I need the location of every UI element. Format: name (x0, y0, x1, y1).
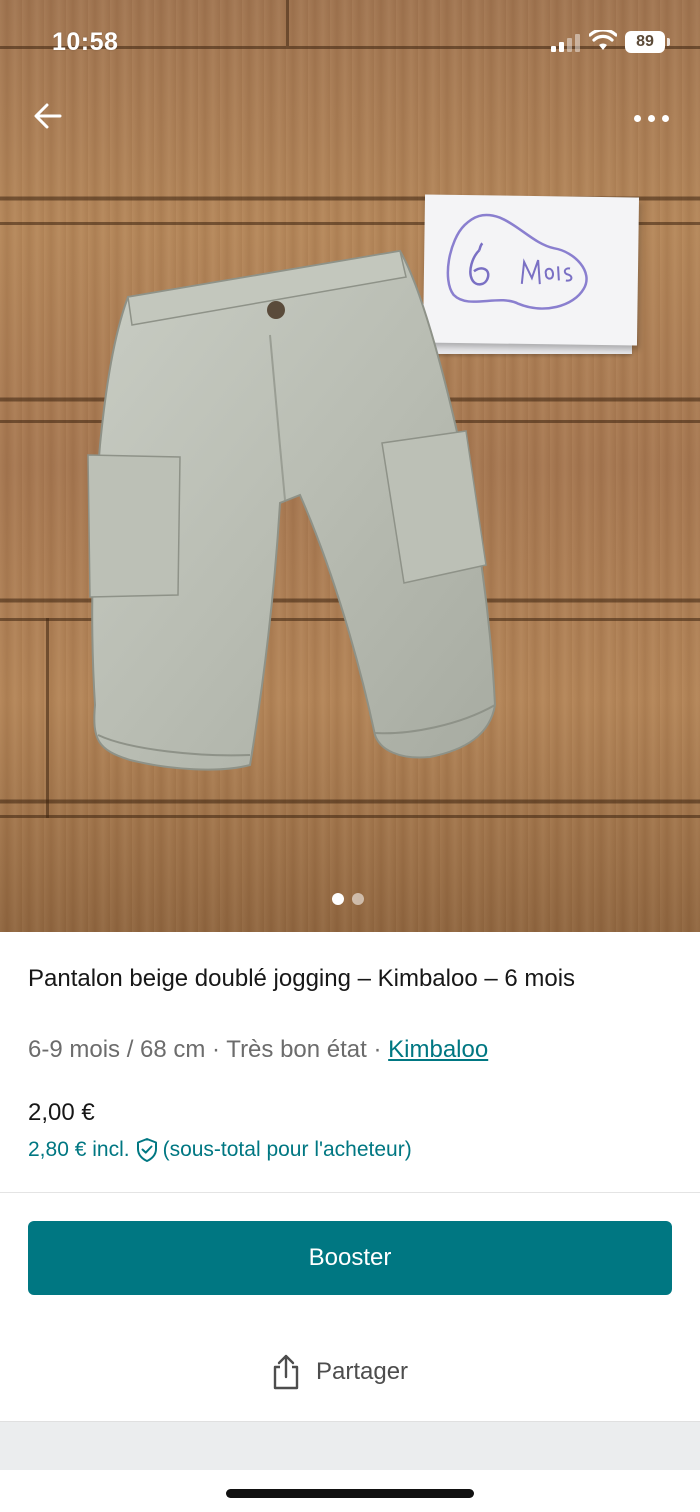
back-button[interactable] (28, 96, 68, 136)
carousel-indicator[interactable] (332, 892, 372, 906)
floor-seam (0, 815, 700, 818)
meta-separator: · (366, 1036, 389, 1063)
more-options-button[interactable] (628, 104, 674, 132)
product-photo[interactable]: 10:58 89 (0, 0, 700, 932)
wifi-icon (589, 30, 617, 50)
price-incl-note: (sous-total pour l'acheteur) (162, 1138, 412, 1161)
product-price: 2,00 € (28, 1099, 95, 1126)
more-dot (662, 115, 669, 122)
floor-seam (46, 618, 49, 818)
share-icon (273, 1354, 299, 1390)
product-title: Pantalon beige doublé jogging – Kimbaloo… (28, 965, 576, 992)
shield-check-icon (136, 1138, 157, 1162)
product-size: 6-9 mois / 68 cm (28, 1036, 206, 1063)
share-button[interactable]: Partager (270, 1347, 408, 1397)
price-incl-value: 2,80 € incl. (28, 1138, 130, 1161)
status-time: 10:58 (52, 28, 119, 56)
more-dot (648, 115, 655, 122)
bottom-panel (0, 1421, 700, 1470)
brand-link[interactable]: Kimbaloo (388, 1036, 488, 1063)
arrow-left-icon (34, 103, 62, 129)
booster-button[interactable]: Booster (28, 1221, 672, 1295)
battery-tip (667, 38, 670, 46)
signal-icon (551, 34, 581, 52)
more-horizontal-icon (634, 115, 641, 122)
share-label: Partager (316, 1358, 409, 1385)
divider (0, 1192, 700, 1193)
product-meta: 6-9 mois / 68 cm · Très bon état · Kimba… (28, 1036, 488, 1064)
home-indicator[interactable] (226, 1489, 474, 1498)
buyer-protection-price[interactable]: 2,80 € incl. (sous-total pour l'acheteur… (28, 1137, 412, 1163)
carousel-dot[interactable] (352, 893, 364, 905)
battery-icon: 89 (625, 31, 665, 53)
meta-separator: · (205, 1036, 227, 1063)
carousel-dot-active[interactable] (332, 893, 344, 905)
product-condition: Très bon état (226, 1036, 367, 1063)
pants-illustration (87, 249, 497, 771)
status-bar: 10:58 89 (0, 0, 700, 88)
